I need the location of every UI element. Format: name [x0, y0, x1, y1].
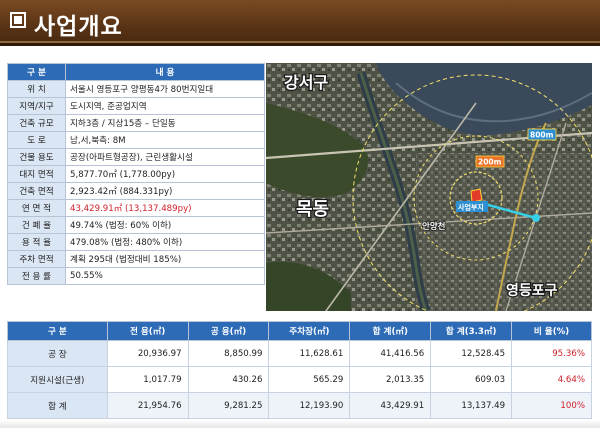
info-value: 계획 295대 (법정대비 185%)	[65, 250, 265, 268]
info-value: 50.55%	[65, 267, 265, 285]
area-cell: 12,193.90	[268, 392, 351, 419]
info-row: 건 폐 율 49.74% (법정: 60% 이하)	[7, 216, 265, 234]
area-cell: 13,137.49	[430, 392, 513, 419]
page-header: 사업개요	[0, 0, 600, 46]
square-bullet-icon	[10, 12, 26, 28]
info-label: 건축 면적	[7, 182, 66, 200]
info-label: 주차 면적	[7, 250, 66, 268]
info-label: 전 용 률	[7, 267, 66, 285]
map-labels: 강서구 목동 영등포구 안양천 200m 800m 사업부지	[283, 72, 559, 300]
area-row-label: 합 계	[7, 392, 108, 419]
header-divider	[0, 41, 600, 43]
info-label: 용 적 율	[7, 233, 66, 251]
area-row-label: 공 장	[7, 340, 108, 367]
area-header-total-py: 합 계(3.3㎡)	[430, 321, 513, 341]
area-header-parking: 주차장(㎡)	[268, 321, 351, 341]
area-cell: 430.26	[187, 366, 270, 393]
info-header-content: 내 용	[65, 63, 265, 81]
site-label: 사업부지	[458, 203, 484, 212]
info-value: 5,877.70㎡ (1,778.00py)	[65, 165, 265, 183]
info-row: 건물 용도 공장(아파트형공장), 근린생활시설	[7, 148, 265, 166]
info-row: 전 용 률 50.55%	[7, 267, 265, 285]
area-cell: 2,013.35	[349, 366, 432, 393]
info-value: 도시지역, 준공업지역	[65, 97, 265, 115]
area-header-common: 공 용(㎡)	[187, 321, 270, 341]
map-label-mokdong: 목동	[296, 199, 329, 220]
area-header-ratio: 비 율(%)	[511, 321, 592, 341]
area-cell: 8,850.99	[187, 340, 270, 367]
area-cell: 12,528.45	[430, 340, 513, 367]
info-label: 위 치	[7, 80, 66, 98]
info-label: 지역/지구	[7, 97, 66, 115]
radius-800m-label: 800m	[530, 131, 554, 140]
page-title: 사업개요	[34, 13, 123, 40]
area-header-category: 구 분	[7, 321, 108, 341]
area-cell: 4.64%	[511, 366, 592, 393]
info-value: 49.74% (법정: 60% 이하)	[65, 216, 265, 234]
info-row: 연 면 적 43,429.91㎡ (13,137.489py)	[7, 199, 265, 217]
area-cell: 95.36%	[511, 340, 592, 367]
area-cell: 41,416.56	[349, 340, 432, 367]
radius-200m-label: 200m	[478, 158, 502, 167]
area-row: 공 장 20,936.97 8,850.99 11,628.61 41,416.56 12…	[7, 340, 592, 367]
area-cell: 100%	[511, 392, 592, 419]
info-label: 건물 용도	[7, 148, 66, 166]
map-label-anyangcheon: 안양천	[422, 221, 446, 232]
area-cell: 565.29	[268, 366, 351, 393]
info-value: 남,서,북측: 8M	[65, 131, 265, 149]
radius-200m-badge: 200m	[475, 155, 505, 168]
info-row: 주차 면적 계획 295대 (법정대비 185%)	[7, 250, 265, 268]
area-row-label: 지원시설(근생)	[7, 366, 108, 393]
map-label-yeongdeungpo: 영등포구	[506, 282, 558, 299]
radius-800m-badge: 800m	[527, 128, 557, 141]
info-value: 2,923.42㎡ (884.331py)	[65, 182, 265, 200]
map-label-gangseo: 강서구	[284, 73, 328, 92]
area-cell: 11,628.61	[268, 340, 351, 367]
info-label: 건 폐 율	[7, 216, 66, 234]
info-value: 서울시 영등포구 양평동4가 80번지일대	[65, 80, 265, 98]
info-label: 건축 규모	[7, 114, 66, 132]
area-cell: 9,281.25	[187, 392, 270, 419]
area-cell: 20,936.97	[106, 340, 189, 367]
info-table-header-row: 구 분 내 용	[7, 63, 265, 81]
area-cell: 1,017.79	[106, 366, 189, 393]
info-label: 대지 면적	[7, 165, 66, 183]
site-location-map: 강서구 목동 영등포구 안양천 200m 800m 사업부지	[266, 63, 592, 311]
info-row: 용 적 율 479.08% (법정: 480% 이하)	[7, 233, 265, 251]
info-value: 공장(아파트형공장), 근린생활시설	[65, 148, 265, 166]
area-cell: 609.03	[430, 366, 513, 393]
area-header-total-sqm: 합 계(㎡)	[349, 321, 432, 341]
area-breakdown-table: 구 분 전 용(㎡) 공 용(㎡) 주차장(㎡) 합 계(㎡) 합 계(3.3㎡…	[7, 321, 592, 419]
project-info-table: 구 분 내 용 위 치 서울시 영등포구 양평동4가 80번지일대 지역/지구 도시지…	[7, 63, 265, 285]
area-cell: 43,429.91	[349, 392, 432, 419]
info-value: 479.08% (법정: 480% 이하)	[65, 233, 265, 251]
area-row: 지원시설(근생) 1,017.79 430.26 565.29 2,013.35 609.…	[7, 366, 592, 393]
info-value: 43,429.91㎡ (13,137.489py)	[65, 199, 265, 217]
footer-divider	[0, 420, 600, 428]
info-row: 도 로 남,서,북측: 8M	[7, 131, 265, 149]
area-header-exclusive: 전 용(㎡)	[106, 321, 189, 341]
area-row: 합 계 21,954.76 9,281.25 12,193.90 43,429.91 13…	[7, 392, 592, 419]
info-row: 위 치 서울시 영등포구 양평동4가 80번지일대	[7, 80, 265, 98]
info-value: 지하3층 / 지상15층 – 단일동	[65, 114, 265, 132]
info-header-category: 구 분	[7, 63, 66, 81]
info-label: 연 면 적	[7, 199, 66, 217]
area-table-header-row: 구 분 전 용(㎡) 공 용(㎡) 주차장(㎡) 합 계(㎡) 합 계(3.3㎡…	[7, 321, 592, 341]
info-row: 건축 면적 2,923.42㎡ (884.331py)	[7, 182, 265, 200]
site-badge: 사업부지	[456, 201, 488, 212]
info-row: 대지 면적 5,877.70㎡ (1,778.00py)	[7, 165, 265, 183]
info-row: 건축 규모 지하3층 / 지상15층 – 단일동	[7, 114, 265, 132]
area-cell: 21,954.76	[106, 392, 189, 419]
info-row: 지역/지구 도시지역, 준공업지역	[7, 97, 265, 115]
info-label: 도 로	[7, 131, 66, 149]
